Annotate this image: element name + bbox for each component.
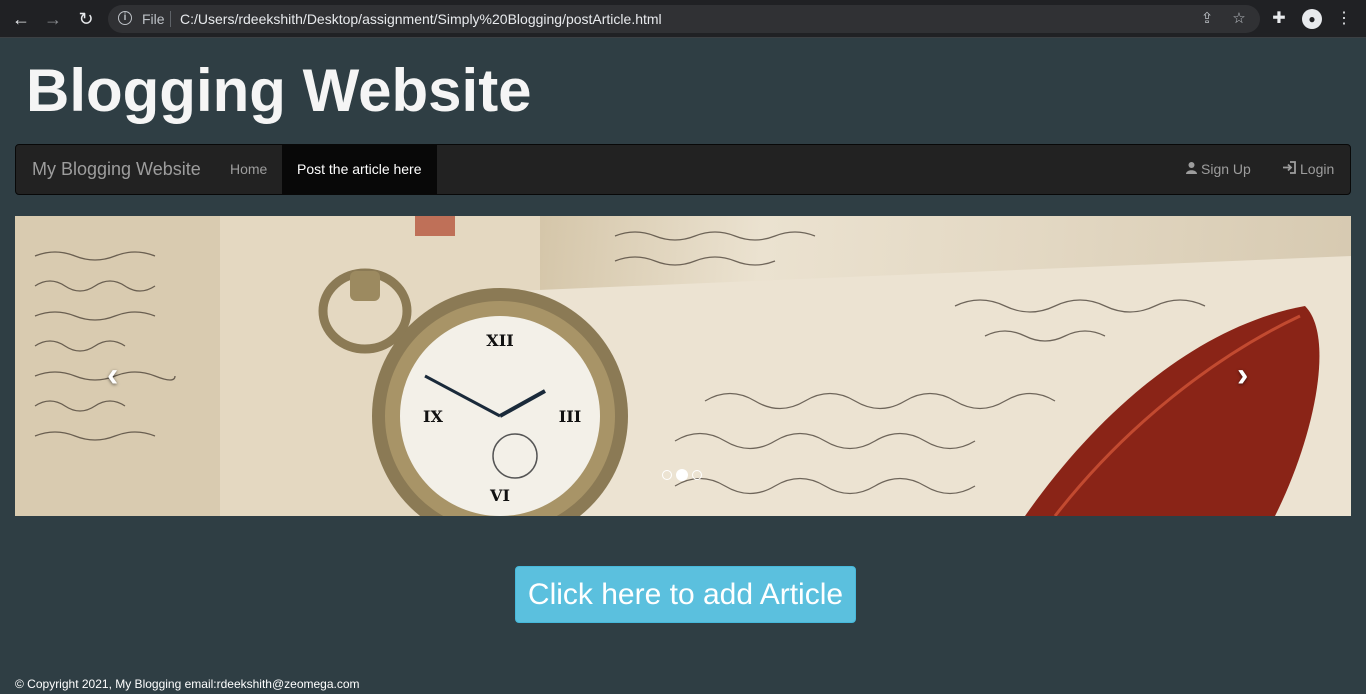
extensions-icon[interactable]: ✚	[1268, 8, 1290, 30]
svg-text:XII: XII	[486, 331, 513, 350]
info-icon[interactable]: i	[118, 11, 132, 25]
navbar: My Blogging Website Home Post the articl…	[15, 144, 1351, 195]
back-arrow-icon[interactable]: ←	[10, 8, 32, 30]
add-article-button[interactable]: Click here to add Article	[515, 566, 856, 623]
svg-text:III: III	[559, 407, 581, 426]
footer-copyright: © Copyright 2021, My Blogging email:rdee…	[15, 677, 360, 691]
nav-home-link[interactable]: Home	[230, 145, 267, 194]
image-carousel: XII III VI IX ‹ ›	[15, 216, 1351, 516]
login-icon	[1282, 145, 1297, 194]
navbar-brand[interactable]: My Blogging Website	[32, 159, 201, 180]
signup-link[interactable]: Sign Up	[1185, 145, 1251, 194]
url-text[interactable]: C:/Users/rdeekshith/Desktop/assignment/S…	[180, 11, 662, 27]
carousel-prev-control[interactable]: ‹	[107, 356, 118, 395]
profile-icon[interactable]: ●	[1302, 9, 1322, 29]
carousel-next-control[interactable]: ›	[1237, 356, 1248, 395]
login-link[interactable]: Login	[1282, 145, 1334, 194]
nav-post-article-link[interactable]: Post the article here	[282, 145, 437, 194]
signup-label: Sign Up	[1201, 161, 1251, 177]
forward-arrow-icon[interactable]: →	[42, 8, 64, 30]
share-icon[interactable]: ⇪	[1198, 10, 1216, 28]
address-separator	[170, 11, 171, 27]
reload-icon[interactable]: ↻	[75, 8, 97, 30]
address-bar[interactable]: i File C:/Users/rdeekshith/Desktop/assig…	[108, 5, 1260, 33]
browser-toolbar: ← → ↻ i File C:/Users/rdeekshith/Desktop…	[0, 0, 1366, 38]
carousel-indicator-active[interactable]	[676, 469, 688, 481]
login-label: Login	[1300, 161, 1335, 177]
user-icon	[1185, 145, 1198, 194]
scheme-label: File	[142, 11, 165, 27]
star-icon[interactable]: ☆	[1230, 10, 1248, 28]
svg-text:IX: IX	[423, 407, 443, 426]
svg-text:VI: VI	[489, 486, 510, 505]
menu-icon[interactable]: ⋮	[1333, 8, 1355, 30]
carousel-indicator[interactable]	[692, 470, 702, 480]
carousel-indicator[interactable]	[662, 470, 672, 480]
site-title: Blogging Website	[26, 57, 532, 124]
